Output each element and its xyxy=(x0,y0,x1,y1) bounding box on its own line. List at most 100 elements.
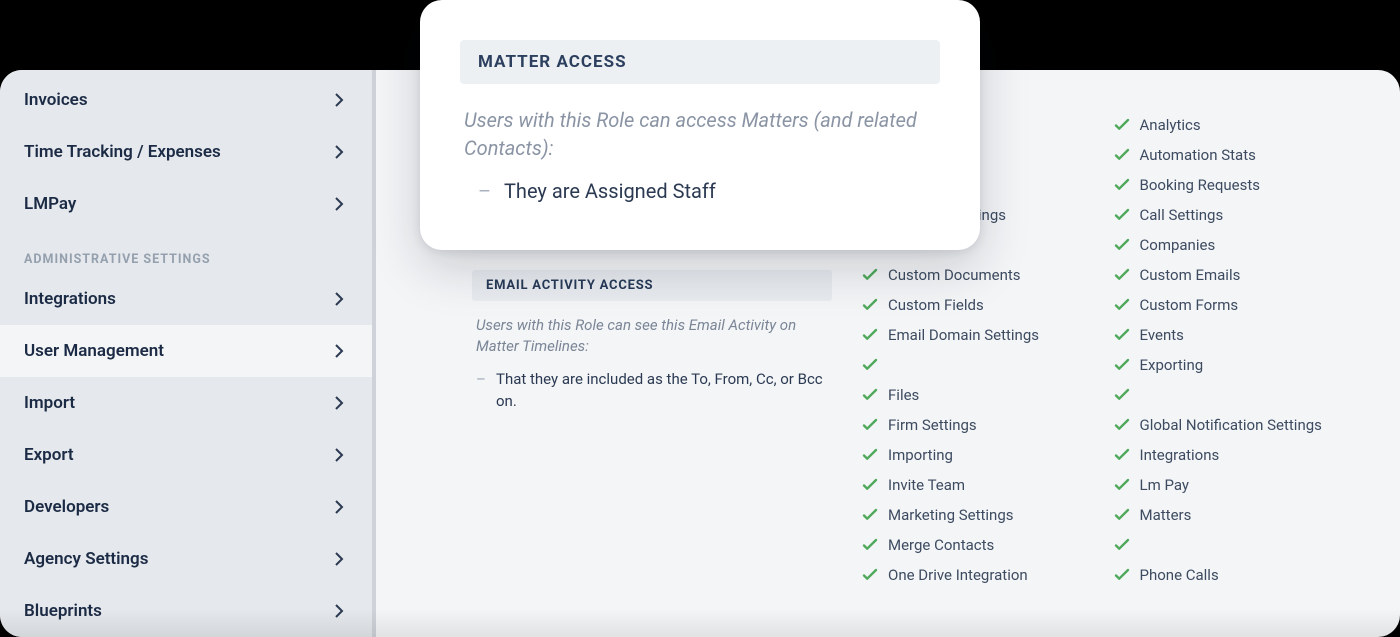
permissions-column-right: Analytics Automation Stats Booking Request… xyxy=(1114,110,1361,590)
sidebar-item-export[interactable]: Export xyxy=(0,429,372,481)
permission-row: Firm Settings xyxy=(862,410,1109,440)
permission-row: Phone Calls xyxy=(1114,560,1361,590)
permission-label: Call Settings xyxy=(1140,206,1224,224)
check-icon xyxy=(1114,417,1130,433)
email-activity-access-section: Email Activity Access Users with this Ro… xyxy=(472,270,832,415)
check-icon xyxy=(862,447,878,463)
sidebar-item-lmpay[interactable]: LMPay xyxy=(0,178,372,230)
permission-row xyxy=(1114,530,1361,560)
permission-label: Companies xyxy=(1140,236,1216,254)
check-icon xyxy=(862,417,878,433)
permission-label: Integrations xyxy=(1140,446,1220,464)
check-icon xyxy=(862,387,878,403)
sidebar-item-invoices[interactable]: Invoices xyxy=(0,74,372,126)
sidebar-item-blueprints[interactable]: Blueprints xyxy=(0,585,372,637)
permission-row: Custom Forms xyxy=(1114,290,1361,320)
permission-label: Exporting xyxy=(1140,356,1204,374)
permission-label: Custom Fields xyxy=(888,296,984,314)
check-icon xyxy=(1114,147,1130,163)
permission-label: Merge Contacts xyxy=(888,536,994,554)
permission-row: Lm Pay xyxy=(1114,470,1361,500)
permission-label: Invite Team xyxy=(888,476,965,494)
chevron-right-icon xyxy=(335,604,344,618)
sidebar: Invoices Time Tracking / Expenses LMPay … xyxy=(0,70,376,637)
check-icon xyxy=(862,477,878,493)
sidebar-item-user-management[interactable]: User Management xyxy=(0,325,372,377)
permission-row: Matters xyxy=(1114,500,1361,530)
check-icon xyxy=(1114,387,1130,403)
check-icon xyxy=(1114,507,1130,523)
check-icon xyxy=(1114,567,1130,583)
sidebar-item-time-tracking[interactable]: Time Tracking / Expenses xyxy=(0,126,372,178)
chevron-right-icon xyxy=(335,344,344,358)
permission-row: Importing xyxy=(862,440,1109,470)
check-icon xyxy=(862,507,878,523)
permission-row: Merge Contacts xyxy=(862,530,1109,560)
section-title: Email Activity Access xyxy=(472,270,832,301)
check-icon xyxy=(1114,327,1130,343)
popover-list-item: They are Assigned Staff xyxy=(504,176,936,206)
check-icon xyxy=(1114,237,1130,253)
sidebar-item-agency-settings[interactable]: Agency Settings xyxy=(0,533,372,585)
permission-label: Matters xyxy=(1140,506,1192,524)
chevron-right-icon xyxy=(335,552,344,566)
permission-label: Phone Calls xyxy=(1140,566,1219,584)
matter-access-popover: Matter Access Users with this Role can a… xyxy=(420,0,980,250)
check-icon xyxy=(862,297,878,313)
permission-row: Booking Requests xyxy=(1114,170,1361,200)
check-icon xyxy=(1114,177,1130,193)
permission-label: Booking Requests xyxy=(1140,176,1260,194)
check-icon xyxy=(1114,537,1130,553)
check-icon xyxy=(1114,357,1130,373)
popover-desc: Users with this Role can access Matters … xyxy=(460,84,940,166)
check-icon xyxy=(862,357,878,373)
check-icon xyxy=(862,327,878,343)
sidebar-item-label: Invoices xyxy=(24,90,88,110)
check-icon xyxy=(1114,207,1130,223)
sidebar-item-label: Blueprints xyxy=(24,601,102,621)
permission-label: Custom Emails xyxy=(1140,266,1241,284)
check-icon xyxy=(862,567,878,583)
chevron-right-icon xyxy=(335,448,344,462)
check-icon xyxy=(862,267,878,283)
permission-row: One Drive Integration xyxy=(862,560,1109,590)
check-icon xyxy=(1114,117,1130,133)
permission-row: Custom Documents xyxy=(862,260,1109,290)
permission-label: One Drive Integration xyxy=(888,566,1028,584)
permission-label: Analytics xyxy=(1140,116,1201,134)
check-icon xyxy=(1114,267,1130,283)
permission-label: Email Domain Settings xyxy=(888,326,1039,344)
sidebar-item-developers[interactable]: Developers xyxy=(0,481,372,533)
section-list-item: That they are included as the To, From, … xyxy=(496,367,828,415)
permission-row: Automation Stats xyxy=(1114,140,1361,170)
check-icon xyxy=(862,537,878,553)
sidebar-item-integrations[interactable]: Integrations xyxy=(0,273,372,325)
permission-row: Invite Team xyxy=(862,470,1109,500)
permission-row: Email Domain Settings xyxy=(862,320,1109,350)
permission-label: Firm Settings xyxy=(888,416,977,434)
permission-row: Custom Emails xyxy=(1114,260,1361,290)
permission-row xyxy=(1114,380,1361,410)
check-icon xyxy=(1114,477,1130,493)
sidebar-item-label: Agency Settings xyxy=(24,549,148,569)
sidebar-item-label: Export xyxy=(24,445,74,465)
permission-row: Marketing Settings xyxy=(862,500,1109,530)
popover-title: Matter Access xyxy=(460,40,940,84)
permission-row xyxy=(862,350,1109,380)
permission-label: Files xyxy=(888,386,919,404)
sidebar-item-label: Import xyxy=(24,393,75,413)
permission-row: Global Notification Settings xyxy=(1114,410,1361,440)
permission-row: Files xyxy=(862,380,1109,410)
permission-label: Automation Stats xyxy=(1140,146,1256,164)
chevron-right-icon xyxy=(335,197,344,211)
check-icon xyxy=(1114,297,1130,313)
check-icon xyxy=(1114,447,1130,463)
sidebar-item-label: Integrations xyxy=(24,289,116,309)
permission-label: Importing xyxy=(888,446,953,464)
sidebar-item-label: LMPay xyxy=(24,194,76,214)
sidebar-item-label: Developers xyxy=(24,497,109,517)
chevron-right-icon xyxy=(335,500,344,514)
permission-row: Analytics xyxy=(1114,110,1361,140)
sidebar-item-label: User Management xyxy=(24,341,164,361)
sidebar-item-import[interactable]: Import xyxy=(0,377,372,429)
